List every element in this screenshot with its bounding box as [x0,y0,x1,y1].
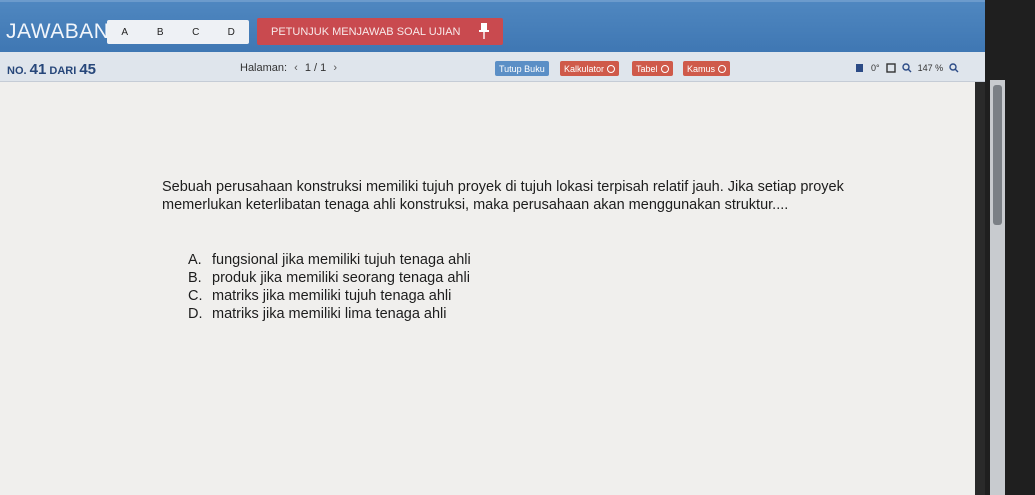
next-page-button[interactable]: › [333,62,337,74]
zoom-out-icon[interactable] [901,63,912,73]
view-tools: 0° 147 % [855,61,959,75]
choice-text: fungsional jika memiliki tujuh tenaga ah… [212,252,471,268]
close-circle-icon [660,64,669,73]
close-circle-icon [718,64,727,73]
prev-page-button[interactable]: ‹ [294,62,298,74]
close-circle-icon [607,64,616,73]
question-counter: NO. 41 DARI 45 [7,61,96,78]
pin-icon [479,23,489,39]
tutup-buku-button[interactable]: Tutup Buku [495,61,549,76]
petunjuk-label: PETUNJUK MENJAWAB SOAL UJIAN [271,25,461,38]
total-number: 45 [79,61,97,78]
choice-letter: A. [188,252,202,268]
current-number: 41 [29,61,47,78]
choice-d[interactable]: D. matriks jika memiliki lima tenaga ahl… [188,305,471,323]
choice-text: produk jika memiliki seorang tenaga ahli [212,270,470,286]
answer-choices: A. fungsional jika memiliki tujuh tenaga… [188,251,471,323]
petunjuk-button[interactable]: PETUNJUK MENJAWAB SOAL UJIAN [257,18,503,45]
no-prefix: NO. [7,65,27,77]
answer-option-c[interactable]: C [181,27,211,38]
rotate-icon[interactable] [855,63,865,73]
jawaban-label: JAWABAN: [6,20,116,43]
kamus-button[interactable]: Kamus [683,61,731,76]
choice-letter: B. [188,270,202,286]
answer-options: A B C D [107,20,249,44]
scrollbar-thumb[interactable] [993,85,1002,225]
dari-label: DARI [49,65,77,77]
zoom-in-icon[interactable] [949,63,959,73]
choice-text: matriks jika memiliki lima tenaga ahli [212,306,447,322]
tutup-buku-label: Tutup Buku [499,63,545,74]
tabel-label: Tabel [636,63,658,74]
answer-option-b[interactable]: B [145,27,175,38]
kalkulator-label: Kalkulator [564,63,605,74]
sub-toolbar: NO. 41 DARI 45 Halaman: ‹ 1 / 1 › Tutup … [0,52,985,82]
question-content-area [0,82,975,495]
zoom-level: 147 % [917,63,944,73]
rotate-label: 0° [871,63,880,73]
answer-option-d[interactable]: D [216,27,246,38]
question-text: Sebuah perusahaan konstruksi memiliki tu… [162,179,844,213]
choice-a[interactable]: A. fungsional jika memiliki tujuh tenaga… [188,251,471,269]
kalkulator-button[interactable]: Kalkulator [560,61,620,76]
kamus-label: Kamus [687,63,716,74]
choice-letter: C. [188,288,203,304]
choice-c[interactable]: C. matriks jika memiliki tujuh tenaga ah… [188,287,471,305]
top-bar: JAWABAN: A B C D PETUNJUK MENJAWAB SOAL … [0,0,985,52]
fit-page-icon[interactable] [885,63,896,73]
answer-option-a[interactable]: A [110,27,140,38]
choice-text: matriks jika memiliki tujuh tenaga ahli [212,288,452,304]
halaman-label: Halaman: [240,62,288,74]
page-indicator: 1 / 1 [304,62,327,74]
pagination: Halaman: ‹ 1 / 1 › [240,62,341,74]
tabel-button[interactable]: Tabel [632,61,673,76]
choice-b[interactable]: B. produk jika memiliki seorang tenaga a… [188,269,471,287]
choice-letter: D. [188,306,203,322]
